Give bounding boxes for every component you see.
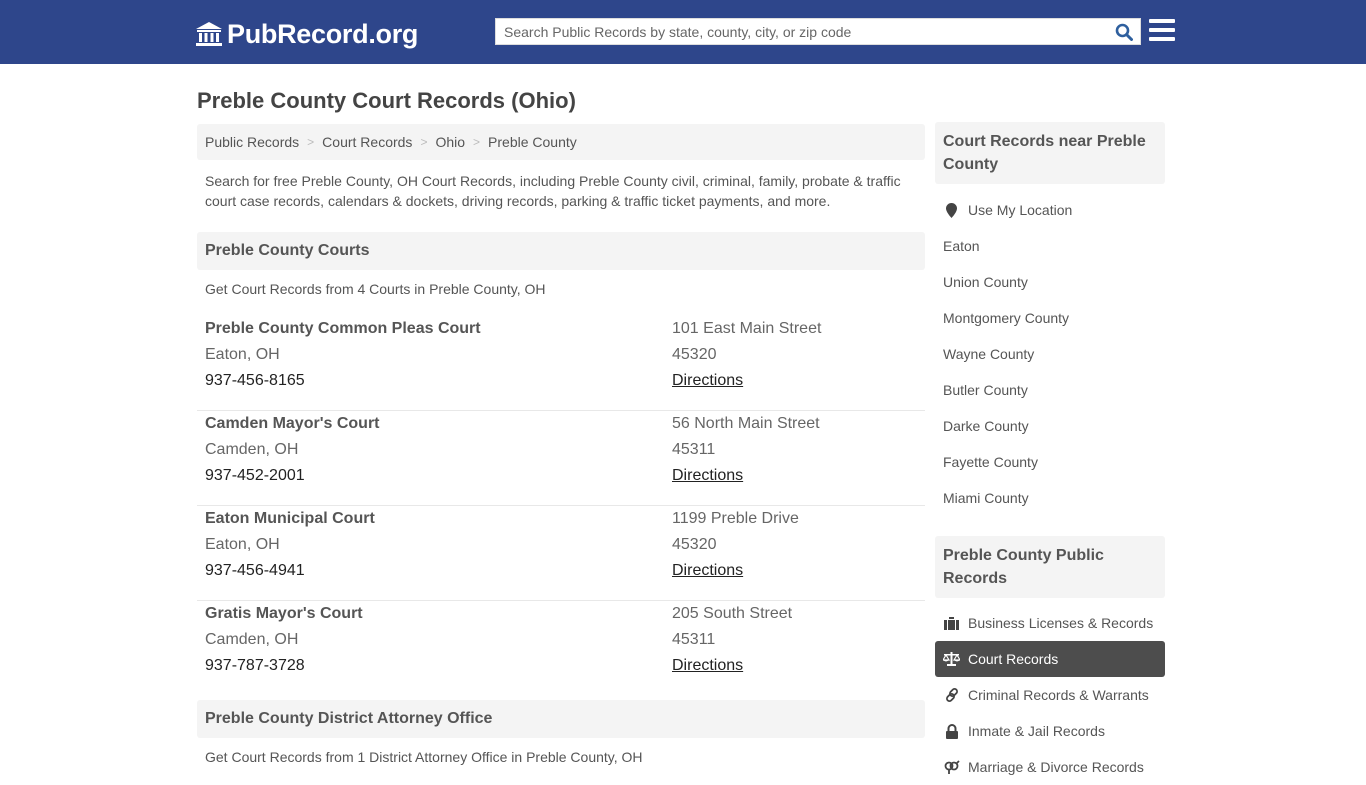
- breadcrumb-separator: >: [420, 135, 428, 149]
- court-phone[interactable]: 937-456-4941: [205, 558, 375, 584]
- court-item: Preble County Common Pleas Court Eaton, …: [197, 316, 925, 411]
- court-item: Camden Mayor's Court Camden, OH 937-452-…: [197, 411, 925, 506]
- da-section-heading: Preble County District Attorney Office: [197, 700, 925, 738]
- intro-text: Search for free Preble County, OH Court …: [205, 173, 901, 209]
- sidebar-item-court-records[interactable]: Court Records: [935, 641, 1165, 677]
- court-address: 1199 Preble Drive: [672, 510, 799, 527]
- breadcrumb-separator: >: [307, 135, 315, 149]
- court-phone[interactable]: 937-452-2001: [205, 463, 380, 489]
- breadcrumb-preble-county[interactable]: Preble County: [488, 134, 577, 150]
- use-my-location-button[interactable]: Use My Location: [935, 192, 1165, 228]
- breadcrumb-ohio[interactable]: Ohio: [435, 134, 465, 150]
- court-zip: 45311: [672, 441, 716, 458]
- sidebar-item-marriage-records[interactable]: Marriage & Divorce Records: [935, 749, 1165, 785]
- court-name: Camden Mayor's Court: [205, 415, 380, 432]
- court-city: Eaton, OH: [205, 346, 280, 363]
- venus-mars-icon: [943, 759, 960, 775]
- nearby-link-wayne-county[interactable]: Wayne County: [935, 336, 1165, 372]
- sidebar-item-label: Business Licenses & Records: [968, 615, 1154, 631]
- nearby-link-miami-county[interactable]: Miami County: [935, 480, 1165, 516]
- court-address: 205 South Street: [672, 605, 793, 622]
- courthouse-icon: [196, 22, 222, 46]
- court-name: Preble County Common Pleas Court: [205, 320, 481, 337]
- balance-scale-icon: [943, 652, 960, 666]
- directions-link[interactable]: Directions: [672, 558, 799, 584]
- court-address: 56 North Main Street: [672, 415, 820, 432]
- search-input[interactable]: [496, 19, 1108, 44]
- search-bar: [495, 18, 1141, 45]
- court-city: Camden, OH: [205, 631, 299, 648]
- sidebar-item-label: Inmate & Jail Records: [968, 723, 1105, 739]
- sidebar-item-label: Marriage & Divorce Records: [968, 759, 1144, 775]
- court-address: 101 East Main Street: [672, 320, 822, 337]
- nearby-link-darke-county[interactable]: Darke County: [935, 408, 1165, 444]
- court-zip: 45311: [672, 631, 716, 648]
- directions-link[interactable]: Directions: [672, 368, 821, 394]
- breadcrumb: Public Records > Court Records > Ohio > …: [197, 124, 925, 160]
- court-zip: 45320: [672, 346, 717, 363]
- page-title: Preble County Court Records (Ohio): [197, 88, 576, 113]
- use-my-location-label: Use My Location: [968, 202, 1073, 218]
- court-item: Eaton Municipal Court Eaton, OH 937-456-…: [197, 506, 925, 601]
- logo-text: PubRecord.org: [227, 18, 419, 49]
- top-navbar: PubRecord.org: [0, 0, 1366, 64]
- courts-section-subtitle: Get Court Records from 4 Courts in Prebl…: [205, 281, 546, 297]
- directions-link[interactable]: Directions: [672, 463, 820, 489]
- sidebar-item-inmate-records[interactable]: Inmate & Jail Records: [935, 713, 1165, 749]
- briefcase-icon: [943, 616, 960, 630]
- directions-link[interactable]: Directions: [672, 653, 792, 679]
- court-zip: 45320: [672, 536, 717, 553]
- breadcrumb-separator: >: [473, 135, 481, 149]
- court-item: Gratis Mayor's Court Camden, OH 937-787-…: [197, 601, 925, 696]
- da-section-subtitle: Get Court Records from 1 District Attorn…: [205, 749, 643, 765]
- search-icon: [1115, 23, 1133, 41]
- nearby-link-butler-county[interactable]: Butler County: [935, 372, 1165, 408]
- hamburger-menu-icon[interactable]: [1149, 19, 1175, 43]
- sidebar-item-label: Court Records: [968, 651, 1059, 667]
- court-city: Eaton, OH: [205, 536, 280, 553]
- sidebar-item-label: Criminal Records & Warrants: [968, 687, 1149, 703]
- public-records-heading: Preble County Public Records: [935, 536, 1165, 598]
- nearby-link-eaton[interactable]: Eaton: [935, 228, 1165, 264]
- breadcrumb-public-records[interactable]: Public Records: [205, 134, 299, 150]
- nearby-link-union-county[interactable]: Union County: [935, 264, 1165, 300]
- sidebar-item-criminal-records[interactable]: Criminal Records & Warrants: [935, 677, 1165, 713]
- nearby-link-montgomery-county[interactable]: Montgomery County: [935, 300, 1165, 336]
- lock-icon: [943, 723, 960, 739]
- sidebar-item-business-licenses[interactable]: Business Licenses & Records: [935, 605, 1165, 641]
- site-logo[interactable]: PubRecord.org: [195, 18, 418, 50]
- nearby-heading: Court Records near Preble County: [935, 122, 1165, 184]
- court-phone[interactable]: 937-787-3728: [205, 653, 363, 679]
- court-name: Eaton Municipal Court: [205, 510, 375, 527]
- court-city: Camden, OH: [205, 441, 299, 458]
- search-button[interactable]: [1108, 19, 1140, 44]
- court-phone[interactable]: 937-456-8165: [205, 368, 481, 394]
- map-marker-icon: [943, 202, 960, 218]
- breadcrumb-court-records[interactable]: Court Records: [322, 134, 412, 150]
- court-name: Gratis Mayor's Court: [205, 605, 363, 622]
- link-icon: [943, 688, 960, 702]
- courts-section-heading: Preble County Courts: [197, 232, 925, 270]
- nearby-link-fayette-county[interactable]: Fayette County: [935, 444, 1165, 480]
